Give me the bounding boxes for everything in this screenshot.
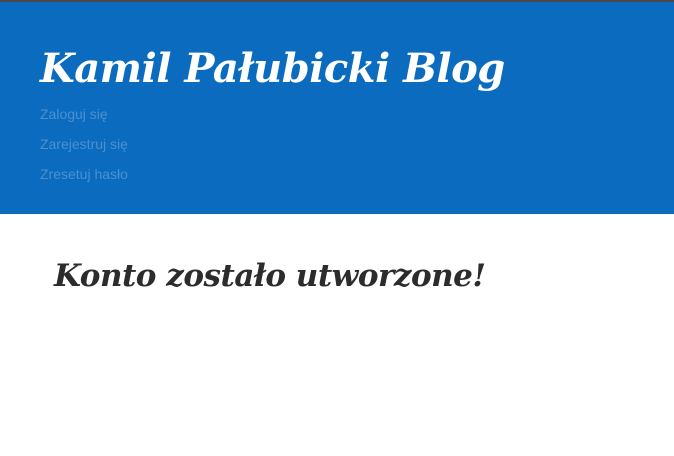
site-title-link[interactable]: Kamil Pałubicki Blog [40,42,505,96]
auth-nav: Zaloguj się Zarejestruj się Zresetuj has… [40,104,128,194]
page-heading: Konto zostało utworzone! [54,258,486,294]
login-link[interactable]: Zaloguj się [40,106,108,122]
site-header: Kamil Pałubicki Blog Zaloguj się Zarejes… [0,2,674,214]
register-link[interactable]: Zarejestruj się [40,136,128,152]
nav-item-reset-password: Zresetuj hasło [40,164,128,194]
page: Kamil Pałubicki Blog Zaloguj się Zarejes… [0,0,674,456]
nav-item-register: Zarejestruj się [40,134,128,164]
nav-item-login: Zaloguj się [40,104,128,134]
reset-password-link[interactable]: Zresetuj hasło [40,166,128,182]
